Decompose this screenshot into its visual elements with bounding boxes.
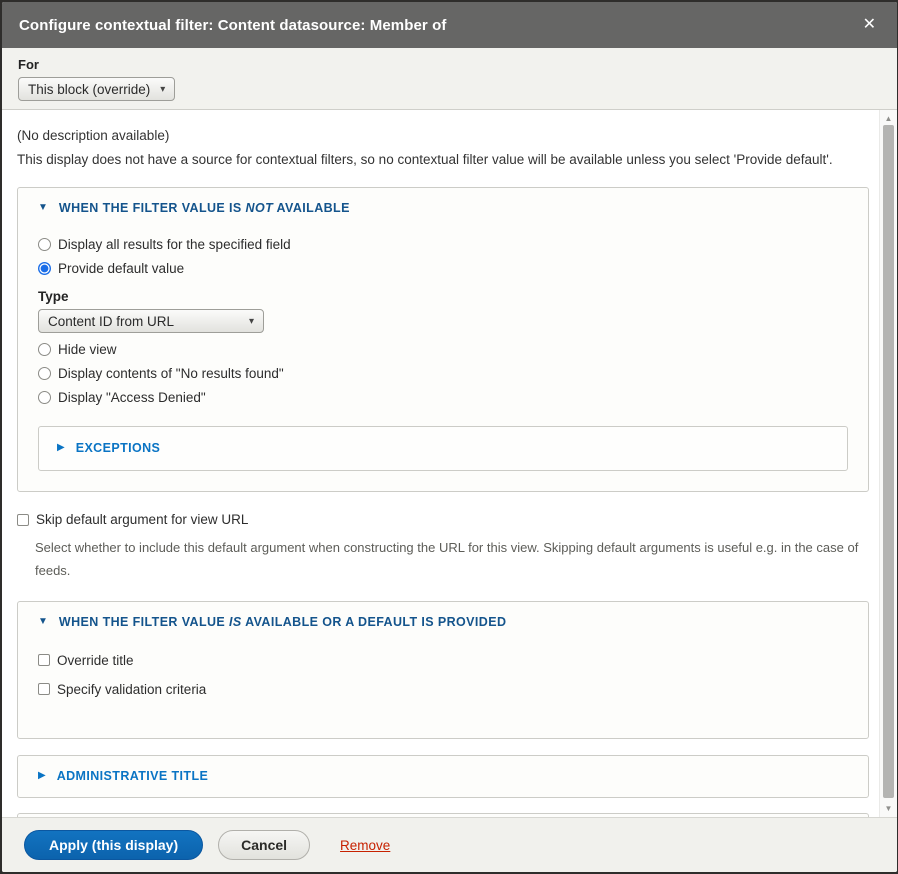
- checkbox-label: Override title: [57, 653, 134, 668]
- radio-icon: [38, 238, 51, 251]
- title-prefix: WHEN THE FILTER VALUE IS: [59, 201, 242, 215]
- fieldset-when-not-available: ▼ WHEN THE FILTER VALUE IS NOT AVAILABLE…: [17, 187, 869, 492]
- dialog-title: Configure contextual filter: Content dat…: [19, 17, 859, 34]
- type-label: Type: [38, 289, 848, 304]
- available-options: Override title Specify validation criter…: [38, 653, 848, 697]
- exceptions-title: EXCEPTIONS: [76, 441, 161, 455]
- select-arrow-icon: ▾: [160, 84, 165, 95]
- radio-icon: [38, 391, 51, 404]
- radio-label: Hide view: [58, 342, 117, 357]
- collapse-arrow-icon: ▼: [38, 203, 48, 213]
- scrollbar[interactable]: ▲ ▼: [879, 110, 897, 817]
- no-description-text: (No description available): [17, 128, 869, 143]
- skip-default-description: Select whether to include this default a…: [35, 536, 865, 583]
- administrative-title-toggle[interactable]: ▶ ADMINISTRATIVE TITLE: [38, 769, 848, 783]
- checkbox-icon: [38, 654, 50, 666]
- intro-text: This display does not have a source for …: [17, 152, 869, 167]
- title-suffix: AVAILABLE: [277, 201, 350, 215]
- title-prefix: WHEN THE FILTER VALUE: [59, 615, 225, 629]
- dialog-body: (No description available) This display …: [2, 110, 897, 817]
- radio-icon: [38, 343, 51, 356]
- checkbox-icon: [38, 683, 50, 695]
- when-not-available-toggle[interactable]: ▼ WHEN THE FILTER VALUE IS NOT AVAILABLE: [38, 201, 848, 215]
- when-available-title: WHEN THE FILTER VALUE IS AVAILABLE OR A …: [59, 615, 506, 629]
- title-emphasis: NOT: [246, 201, 274, 215]
- title-suffix: AVAILABLE OR A DEFAULT IS PROVIDED: [245, 615, 506, 629]
- radio-display-all-results[interactable]: Display all results for the specified fi…: [38, 237, 848, 252]
- scroll-down-icon[interactable]: ▼: [880, 801, 897, 816]
- radio-icon: [38, 367, 51, 380]
- expand-arrow-icon: ▶: [57, 443, 65, 453]
- administrative-title-label: ADMINISTRATIVE TITLE: [57, 769, 209, 783]
- scrollbar-thumb[interactable]: [883, 125, 894, 798]
- for-display-select-value: This block (override): [28, 82, 150, 97]
- when-available-toggle[interactable]: ▼ WHEN THE FILTER VALUE IS AVAILABLE OR …: [38, 615, 848, 629]
- fieldset-when-available: ▼ WHEN THE FILTER VALUE IS AVAILABLE OR …: [17, 601, 869, 739]
- radio-label: Display "Access Denied": [58, 390, 206, 405]
- radio-checked-icon: [38, 262, 51, 275]
- default-type-select-value: Content ID from URL: [48, 314, 174, 329]
- title-emphasis: IS: [229, 615, 242, 629]
- for-section: For This block (override) ▾: [2, 48, 897, 110]
- checkbox-skip-default-argument[interactable]: Skip default argument for view URL: [17, 512, 869, 527]
- radio-label: Display all results for the specified fi…: [58, 237, 291, 252]
- for-label: For: [18, 57, 881, 72]
- dialog-buttonpane: Apply (this display) Cancel Remove: [2, 817, 897, 872]
- remove-link[interactable]: Remove: [340, 838, 390, 853]
- checkbox-label: Skip default argument for view URL: [36, 512, 248, 527]
- radio-display-no-results[interactable]: Display contents of "No results found": [38, 366, 848, 381]
- when-not-available-title: WHEN THE FILTER VALUE IS NOT AVAILABLE: [59, 201, 350, 215]
- cancel-button[interactable]: Cancel: [218, 830, 310, 860]
- select-arrow-icon: ▾: [249, 316, 254, 327]
- dialog-titlebar[interactable]: Configure contextual filter: Content dat…: [2, 2, 897, 48]
- expand-arrow-icon: ▶: [38, 771, 46, 781]
- scroll-up-icon[interactable]: ▲: [880, 111, 897, 126]
- radio-display-access-denied[interactable]: Display "Access Denied": [38, 390, 848, 405]
- fieldset-administrative-title: ▶ ADMINISTRATIVE TITLE: [17, 755, 869, 798]
- for-display-select[interactable]: This block (override) ▾: [18, 77, 175, 101]
- radio-label: Display contents of "No results found": [58, 366, 284, 381]
- checkbox-override-title[interactable]: Override title: [38, 653, 848, 668]
- radio-provide-default-value[interactable]: Provide default value: [38, 261, 848, 276]
- close-icon[interactable]: ✕: [859, 15, 880, 35]
- fieldset-exceptions: ▶ EXCEPTIONS: [38, 426, 848, 471]
- default-type-select[interactable]: Content ID from URL ▾: [38, 309, 264, 333]
- apply-button[interactable]: Apply (this display): [24, 830, 203, 860]
- radio-label: Provide default value: [58, 261, 184, 276]
- configure-contextual-filter-dialog: Configure contextual filter: Content dat…: [2, 2, 897, 872]
- dialog-scroll-content: (No description available) This display …: [2, 110, 879, 817]
- radio-hide-view[interactable]: Hide view: [38, 342, 848, 357]
- default-action-options: Display all results for the specified fi…: [38, 237, 848, 405]
- checkbox-specify-validation[interactable]: Specify validation criteria: [38, 682, 848, 697]
- fieldset-more: ▶ MORE: [17, 813, 869, 817]
- exceptions-toggle[interactable]: ▶ EXCEPTIONS: [57, 441, 831, 455]
- checkbox-icon: [17, 514, 29, 526]
- collapse-arrow-icon: ▼: [38, 617, 48, 627]
- checkbox-label: Specify validation criteria: [57, 682, 206, 697]
